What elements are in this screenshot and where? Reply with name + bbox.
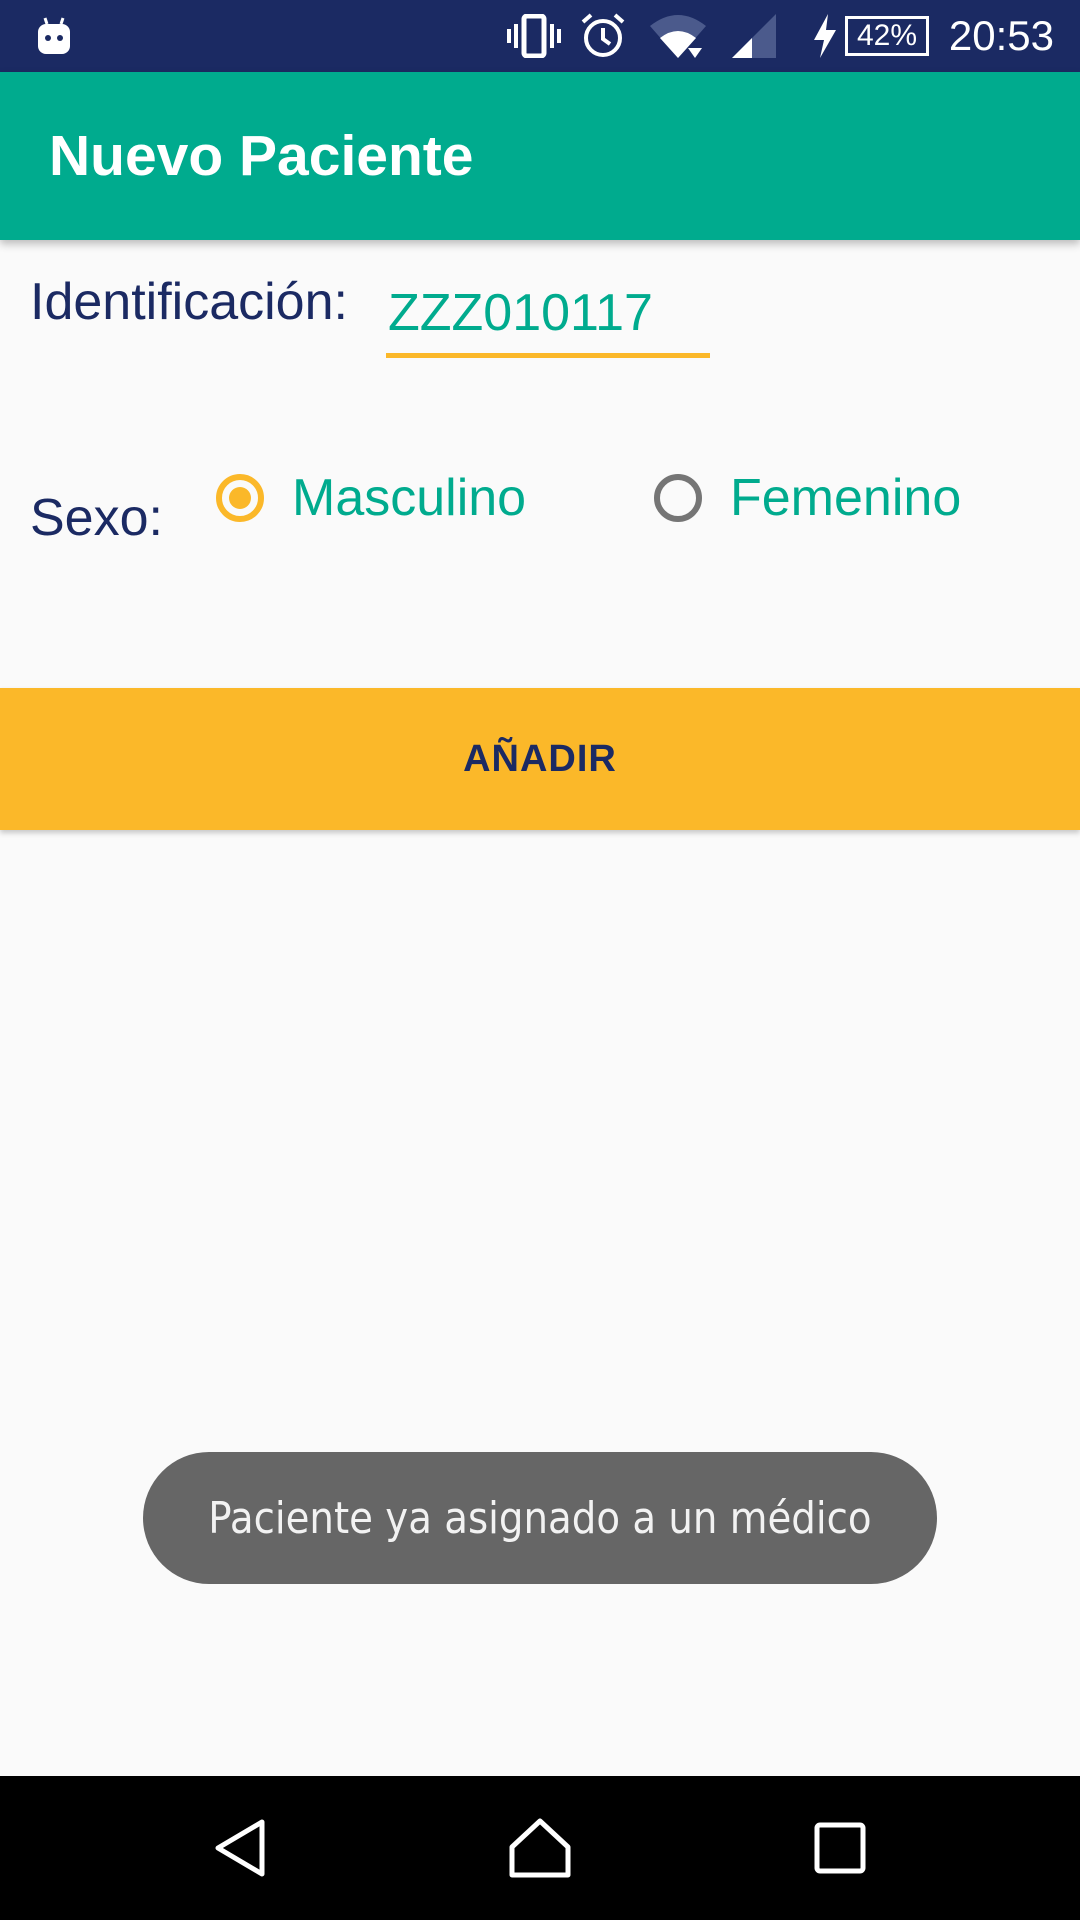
home-icon[interactable]	[480, 1776, 600, 1920]
clock: 20:53	[948, 12, 1054, 59]
navigation-bar	[0, 1776, 1080, 1920]
android-notification-icon	[34, 0, 74, 72]
toast-message: Paciente ya asignado a un médico	[208, 1492, 872, 1544]
status-bar: 42% 20:53	[0, 0, 1080, 72]
charging-icon	[810, 0, 840, 72]
battery-icon: 42%	[844, 0, 930, 72]
back-icon[interactable]	[180, 1776, 300, 1920]
screen: 42% 20:53 Nuevo Paciente Identificación:…	[0, 0, 1080, 1920]
radio-masculino-label[interactable]: Masculino	[292, 468, 526, 528]
sex-label: Sexo:	[30, 489, 163, 547]
app-bar: Nuevo Paciente	[0, 72, 1080, 240]
wifi-icon	[646, 0, 710, 72]
add-button[interactable]: AÑADIR	[0, 688, 1080, 830]
radio-checked-icon[interactable]	[216, 474, 264, 522]
cell-signal-icon	[728, 0, 780, 72]
radio-masculino[interactable]: Masculino	[216, 468, 526, 528]
vibrate-icon	[506, 0, 562, 72]
battery-percent: 42%	[856, 19, 918, 52]
radio-femenino-label[interactable]: Femenino	[730, 468, 961, 528]
recents-icon[interactable]	[780, 1776, 900, 1920]
radio-unchecked-icon[interactable]	[654, 474, 702, 522]
page-title: Nuevo Paciente	[49, 124, 474, 188]
identification-label: Identificación:	[30, 273, 348, 331]
radio-femenino[interactable]: Femenino	[654, 468, 961, 528]
alarm-icon	[578, 0, 628, 72]
identification-input[interactable]	[386, 272, 710, 358]
toast: Paciente ya asignado a un médico	[143, 1452, 937, 1584]
